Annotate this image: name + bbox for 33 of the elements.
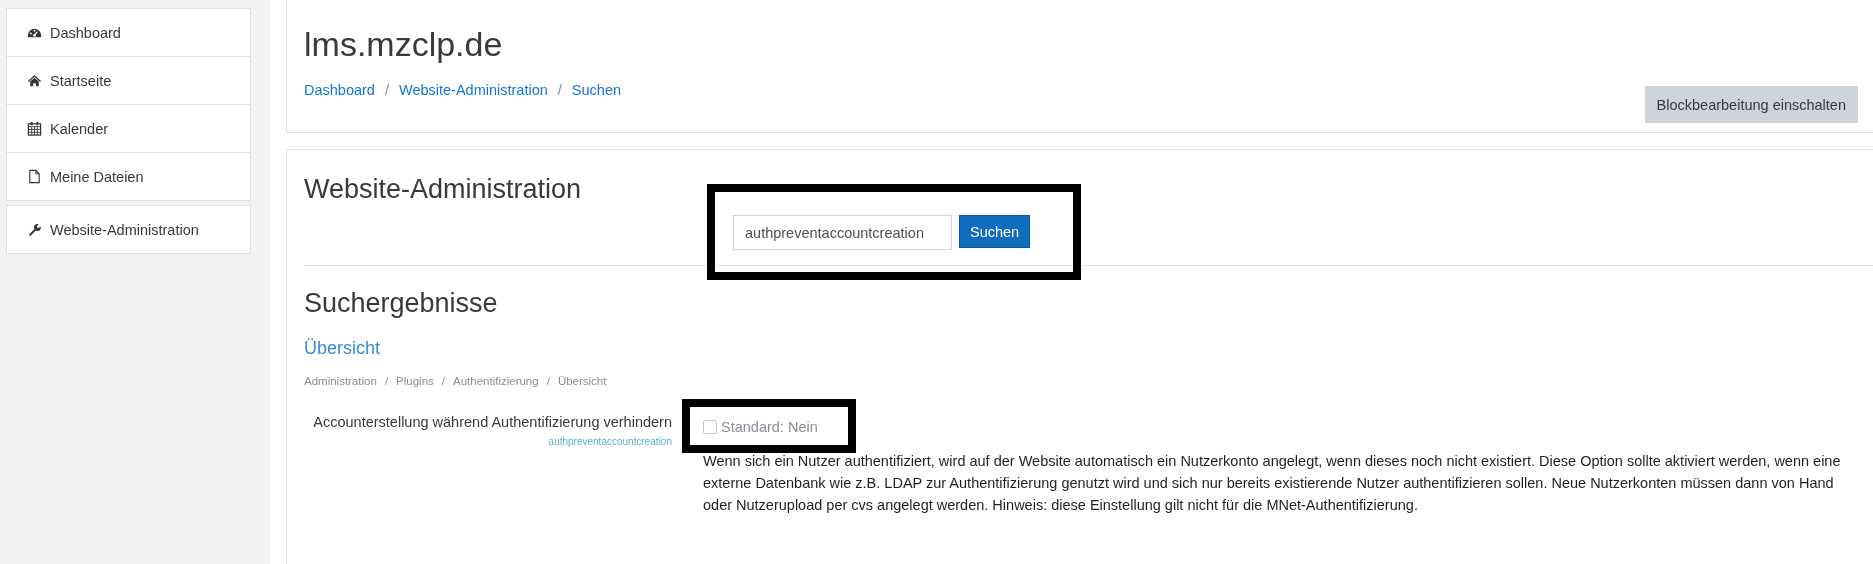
sidebar-item[interactable]: Dashboard bbox=[7, 9, 250, 57]
search-field[interactable]: authpreventaccountcreation bbox=[733, 215, 952, 250]
site-title: lms.mzclp.de bbox=[304, 24, 504, 65]
calendar-icon bbox=[27, 121, 42, 136]
house-icon bbox=[27, 73, 42, 88]
breadcrumb-separator: / bbox=[441, 375, 445, 387]
sidebar-item[interactable]: Kalender bbox=[7, 105, 250, 153]
breadcrumb-separator: / bbox=[557, 82, 562, 98]
breadcrumb-item: Plugins bbox=[396, 375, 434, 387]
section-heading: Website-Administration bbox=[304, 173, 583, 206]
wrench-icon bbox=[27, 222, 42, 237]
breadcrumb-link[interactable]: Website-Administration bbox=[398, 82, 548, 98]
breadcrumb-separator: / bbox=[384, 82, 389, 98]
breadcrumb-separator: / bbox=[384, 375, 389, 387]
search-button[interactable]: Suchen bbox=[959, 215, 1031, 248]
breadcrumb-link[interactable]: Suchen bbox=[571, 82, 621, 98]
setting-name: authpreventaccountcreation bbox=[547, 436, 672, 447]
document-icon bbox=[27, 169, 42, 184]
breadcrumb-item: Authentifizierung bbox=[453, 375, 539, 387]
breadcrumb-item: Administration bbox=[304, 375, 377, 387]
edit-blocks-button[interactable]: Blockbearbeitung einschalten bbox=[1644, 86, 1858, 123]
sidebar-item[interactable]: Meine Dateien bbox=[7, 153, 250, 200]
results-heading: Suchergebnisse bbox=[304, 287, 499, 320]
setting-label: Accounterstellung während Authentifizierung verhindern bbox=[312, 413, 672, 432]
sidebar-item[interactable]: Website-Administration bbox=[7, 206, 250, 253]
sidebar-item[interactable]: Startseite bbox=[7, 57, 250, 105]
section-link[interactable]: Übersicht bbox=[304, 338, 381, 359]
default-value: Standard: Nein bbox=[721, 419, 818, 435]
breadcrumb-link[interactable]: Dashboard bbox=[304, 82, 375, 98]
breadcrumb-separator: / bbox=[546, 375, 550, 387]
setting-description: Wenn sich ein Nutzer authentifiziert, wird auf der Website automatisch ein Nutzerkonto angelegt, wenn dieses noch nicht existiert. Diese Option sollte aktiviert werden, wenn eine externe Datenbank wie z.B. LDAP zur Authentifizierung genutzt wird und sich nur bereits existierende Nutzer authentifizieren sollen. Neue Nutzerkonten müssen dann von Hand oder Nutzerupload per cvs angelegt werden. Hinweis: diese Einstellung gilt nicht für die MNet-Authentifizierung. bbox=[703, 452, 1842, 515]
breadcrumb-item: Übersicht bbox=[557, 375, 607, 387]
checkbox[interactable] bbox=[703, 420, 717, 434]
